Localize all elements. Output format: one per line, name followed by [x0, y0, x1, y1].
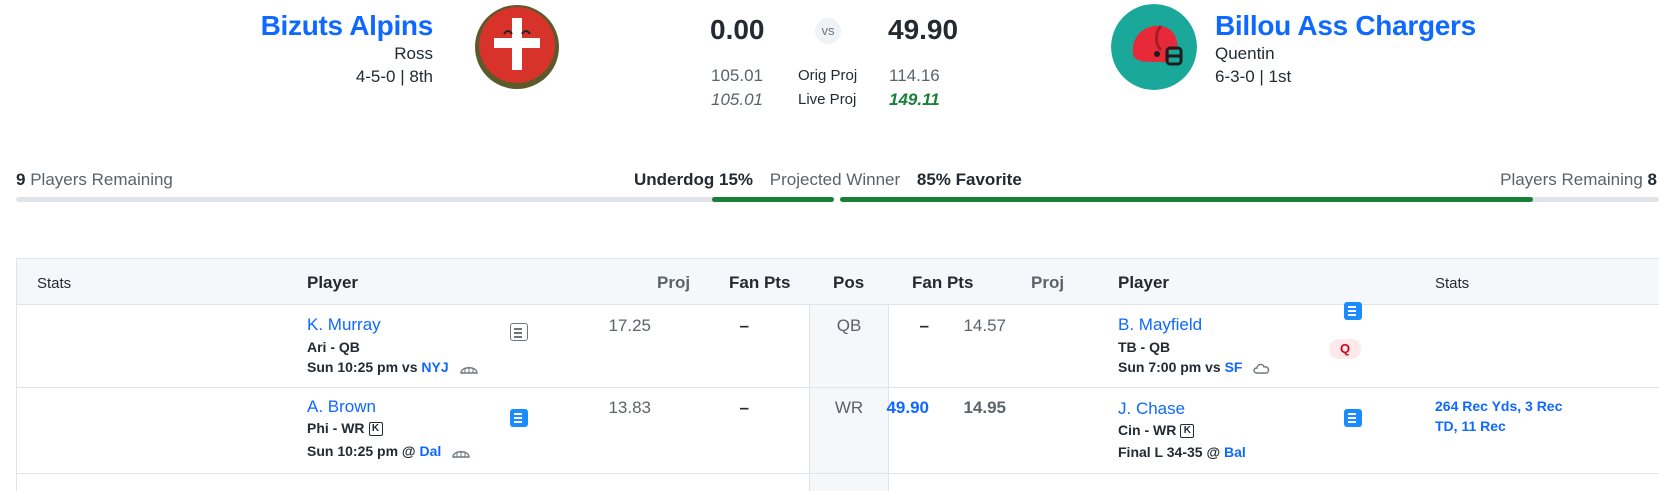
keeper-badge: K: [1180, 424, 1195, 439]
game-time: Sun 10:25 pm @: [307, 443, 416, 459]
table-header: Stats Player Proj Fan Pts Pos Fan Pts Pr…: [17, 259, 1659, 305]
keeper-badge: K: [368, 422, 383, 437]
opponent-link[interactable]: Bal: [1224, 444, 1246, 460]
notes-filled-icon[interactable]: [1344, 409, 1362, 427]
right-player-name[interactable]: B. Mayfield: [1118, 315, 1202, 335]
header-player-right: Player: [1118, 273, 1170, 292]
right-player-proj: 14.95: [963, 398, 1006, 417]
left-live-proj: 105.01: [711, 90, 763, 109]
win-probability-right-fill: [840, 197, 1533, 202]
live-proj-label: Live Proj: [798, 91, 857, 108]
left-player-game: Sun 10:25 pm @ Dal: [307, 443, 471, 459]
projected-winner-label: Projected Winner: [769, 170, 901, 189]
right-player-name[interactable]: J. Chase: [1118, 399, 1185, 419]
right-team-record: 6-3-0 | 1st: [1215, 67, 1292, 86]
swiss-flag-ball-icon: [475, 5, 559, 89]
favorite-label: 85% Favorite: [916, 170, 1022, 189]
win-probability-labels: Underdog 15% Projected Winner 85% Favori…: [634, 170, 1022, 190]
left-player-game: Sun 10:25 pm vs NYJ: [307, 359, 479, 375]
row-divider: [17, 387, 1659, 388]
vs-badge: vs: [815, 18, 841, 44]
row-position: QB: [836, 316, 862, 335]
left-player-proj: 17.25: [608, 316, 651, 335]
row-divider: [17, 473, 1659, 474]
left-team-score: 0.00: [710, 14, 765, 45]
left-player-fanpts[interactable]: –: [740, 398, 749, 418]
matchup-table: Stats Player Proj Fan Pts Pos Fan Pts Pr…: [16, 258, 1659, 491]
left-player-name[interactable]: K. Murray: [307, 315, 381, 335]
left-team-manager: Ross: [394, 44, 433, 63]
left-orig-proj: 105.01: [711, 66, 763, 85]
right-player-proj: 14.57: [963, 316, 1006, 335]
left-player-fanpts[interactable]: –: [740, 316, 749, 336]
team-pos-text: Cin - WR: [1118, 422, 1177, 438]
football-helmet-icon: [1111, 4, 1197, 90]
row-position: WR: [834, 398, 864, 417]
right-team-manager: Quentin: [1215, 44, 1275, 63]
right-player-game: Sun 7:00 pm vs SF: [1118, 359, 1272, 375]
game-time: Sun 7:00 pm vs: [1118, 359, 1221, 375]
left-players-remaining: 9 Players Remaining: [16, 170, 173, 190]
right-players-remaining: Players Remaining 8: [1500, 170, 1657, 190]
cloud-icon: [1253, 364, 1270, 374]
right-live-proj: 149.11: [889, 90, 940, 109]
stadium-dome-icon: [452, 451, 470, 458]
game-result: Final L 34-35 @: [1118, 444, 1221, 460]
header-pos: Pos: [833, 273, 865, 292]
stadium-dome-icon: [459, 367, 478, 374]
right-player-team-pos: Cin - WR K: [1118, 422, 1195, 439]
underdog-label: Underdog 15%: [634, 170, 754, 189]
header-stats-right: Stats: [1435, 275, 1470, 292]
orig-proj-label: Orig Proj: [798, 67, 858, 84]
left-player-name[interactable]: A. Brown: [307, 397, 376, 417]
win-probability-left-fill: [712, 197, 834, 202]
opponent-link[interactable]: NYJ: [421, 359, 448, 375]
questionable-status-badge[interactable]: Q: [1329, 339, 1361, 359]
header-proj-left[interactable]: Proj: [657, 273, 690, 293]
header-proj-right[interactable]: Proj: [1031, 273, 1064, 293]
game-time: Sun 10:25 pm vs: [307, 359, 418, 375]
notes-filled-icon[interactable]: [1344, 302, 1362, 320]
right-players-remaining-count: 8: [1647, 170, 1657, 189]
opponent-link[interactable]: Dal: [419, 443, 441, 459]
right-player-game: Final L 34-35 @ Bal: [1118, 444, 1246, 460]
left-team-logo[interactable]: [474, 4, 560, 90]
right-player-fanpts[interactable]: 49.90: [886, 398, 929, 418]
header-stats-left: Stats: [37, 275, 72, 292]
left-player-team-pos: Ari - QB: [307, 339, 360, 355]
right-player-fanpts[interactable]: –: [920, 316, 929, 336]
left-team-record: 4-5-0 | 8th: [355, 67, 433, 86]
notes-filled-icon[interactable]: [510, 409, 528, 427]
right-team-score: 49.90: [888, 14, 959, 45]
left-players-remaining-count: 9: [16, 170, 26, 189]
right-player-stats[interactable]: 264 Rec Yds, 3 Rec TD, 11 Rec: [1435, 396, 1585, 436]
notes-outline-icon[interactable]: [510, 323, 528, 341]
header-fanpts-left[interactable]: Fan Pts: [729, 273, 790, 293]
right-orig-proj: 114.16: [889, 66, 940, 85]
left-player-proj: 13.83: [608, 398, 651, 417]
team-pos-text: Phi - WR: [307, 420, 365, 436]
right-players-remaining-label: Players Remaining: [1500, 170, 1643, 189]
left-player-team-pos: Phi - WR K: [307, 420, 383, 437]
opponent-link[interactable]: SF: [1225, 359, 1243, 375]
header-player-left: Player: [307, 273, 359, 292]
header-fanpts-right[interactable]: Fan Pts: [912, 273, 973, 293]
left-players-remaining-label: Players Remaining: [30, 170, 173, 189]
right-team-name[interactable]: Billou Ass Chargers: [1215, 10, 1476, 42]
right-player-team-pos: TB - QB: [1118, 339, 1171, 355]
left-team-name[interactable]: Bizuts Alpins: [261, 10, 434, 42]
right-team-logo[interactable]: [1111, 4, 1197, 90]
